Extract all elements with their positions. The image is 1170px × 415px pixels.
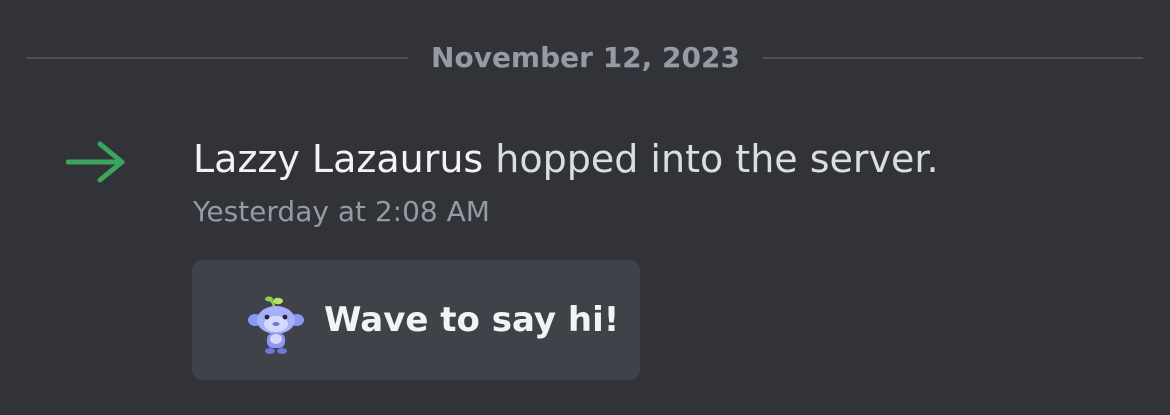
divider-date: November 12, 2023 (431, 41, 740, 74)
wave-to-say-hi-button[interactable]: Wave to say hi! (192, 260, 640, 380)
date-divider: November 12, 2023 (26, 36, 1143, 80)
system-join-message: Lazzy Lazaurus hopped into the server. Y… (193, 134, 1133, 232)
join-action-text: hopped into the server. (483, 137, 939, 181)
wumpus-icon (248, 296, 304, 354)
message-timestamp[interactable]: Yesterday at 2:08 AM (193, 192, 1133, 232)
join-message-text: Lazzy Lazaurus hopped into the server. (193, 134, 1133, 184)
username[interactable]: Lazzy Lazaurus (193, 137, 483, 181)
arrow-right-icon (66, 141, 125, 183)
divider-line-right (763, 57, 1143, 59)
divider-line-left (26, 57, 408, 59)
wave-button-label: Wave to say hi! (324, 300, 620, 340)
